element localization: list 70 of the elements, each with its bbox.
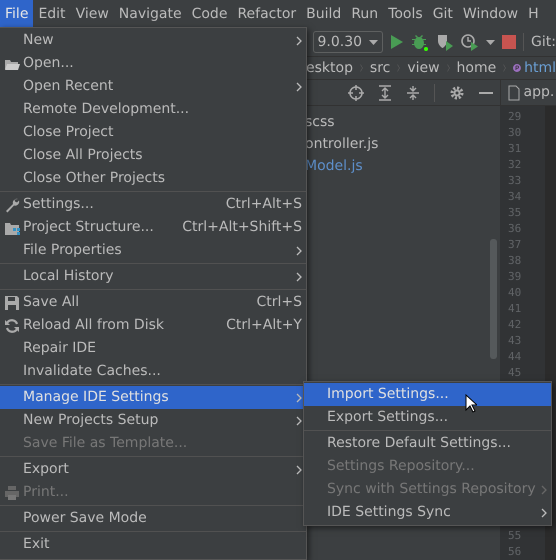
clock-run-icon[interactable] bbox=[461, 33, 480, 51]
file-icon bbox=[508, 84, 520, 100]
shortcut-text: Ctrl+S bbox=[255, 293, 302, 312]
menu-bar-item[interactable]: Window bbox=[458, 0, 524, 28]
run-icon[interactable] bbox=[390, 34, 404, 50]
menu-item[interactable]: Export Settings... bbox=[304, 406, 551, 429]
crosshair-icon[interactable] bbox=[348, 84, 364, 100]
menu-item[interactable]: New Projects Setup bbox=[0, 409, 306, 432]
run-configuration-dropdown[interactable]: 9.0.30 bbox=[312, 31, 384, 53]
breadcrumb-item[interactable]: html bbox=[524, 58, 556, 78]
menu-item[interactable]: Import Settings... bbox=[304, 383, 551, 406]
menu-item[interactable]: Reload All from Disk Ctrl+Alt+Y bbox=[0, 314, 306, 337]
breadcrumb-item[interactable]: view bbox=[407, 58, 440, 78]
collapse-all-icon[interactable] bbox=[406, 84, 420, 100]
menu-bar-item[interactable]: File bbox=[0, 0, 34, 28]
stop-icon[interactable] bbox=[502, 35, 516, 49]
menu-item[interactable]: Open Recent bbox=[0, 75, 306, 98]
menu-item[interactable]: Power Save Mode bbox=[0, 507, 306, 530]
menu-item[interactable]: New bbox=[0, 29, 306, 52]
menu-item[interactable]: Restore Default Settings... bbox=[304, 432, 551, 455]
breadcrumb-item[interactable]: src bbox=[370, 58, 390, 78]
caret-icon[interactable] bbox=[486, 40, 496, 44]
menu-item[interactable]: Manage IDE Settings bbox=[0, 386, 306, 409]
menu-bar-item[interactable]: Refactor bbox=[232, 0, 302, 28]
menu-bar-item[interactable]: Navigate bbox=[114, 0, 187, 28]
expand-all-icon[interactable] bbox=[378, 84, 392, 100]
git-label: Git: bbox=[531, 32, 556, 52]
caret-icon bbox=[369, 40, 378, 44]
menu-bar-item[interactable]: Git bbox=[428, 0, 458, 28]
menu-bar-item[interactable]: Build bbox=[301, 0, 346, 28]
menu-item[interactable]: Exit bbox=[0, 533, 306, 556]
menu-item[interactable]: Invalidate Caches... bbox=[0, 360, 306, 383]
shield-run-icon[interactable] bbox=[436, 33, 454, 51]
menu-item[interactable]: Save All Ctrl+S bbox=[0, 291, 306, 314]
menu-item[interactable]: Local History bbox=[0, 265, 306, 288]
menu-item[interactable]: Project Structure... Ctrl+Alt+Shift+S bbox=[0, 216, 306, 239]
menu-bar-item[interactable]: H bbox=[523, 0, 544, 28]
menu-bar-item[interactable]: Edit bbox=[33, 0, 71, 28]
menu-item[interactable]: Export bbox=[0, 458, 306, 481]
menu-item[interactable]: Repair IDE bbox=[0, 337, 306, 360]
editor-tab[interactable]: app. bbox=[524, 82, 554, 103]
menu-item[interactable]: Close Project bbox=[0, 121, 306, 144]
mouse-pointer-icon bbox=[465, 394, 477, 413]
refresh-icon bbox=[4, 318, 20, 334]
printer-icon bbox=[4, 485, 20, 501]
menu-bar-item[interactable]: Code bbox=[186, 0, 232, 28]
shortcut-text: Ctrl+Alt+Shift+S bbox=[181, 218, 302, 237]
menu-item[interactable]: Remote Development... bbox=[0, 98, 306, 121]
project-structure-icon bbox=[4, 220, 20, 236]
scrollbar-thumb[interactable] bbox=[490, 239, 497, 359]
menu-item[interactable]: Close Other Projects bbox=[0, 167, 306, 190]
menu-bar-item[interactable]: Run bbox=[346, 0, 384, 28]
menu-item[interactable]: File Properties bbox=[0, 239, 306, 262]
bug-icon[interactable] bbox=[411, 33, 430, 51]
menu-item[interactable]: Settings... Ctrl+Alt+S bbox=[0, 193, 306, 216]
breadcrumb-item[interactable]: home bbox=[456, 58, 496, 78]
shortcut-text: Ctrl+Alt+Y bbox=[225, 316, 302, 335]
wrench-icon bbox=[4, 197, 20, 213]
settings-icon[interactable] bbox=[449, 84, 465, 100]
menu-item[interactable]: Open... bbox=[0, 52, 306, 75]
tree-item[interactable]: Model.js bbox=[305, 155, 500, 177]
minimize-icon[interactable] bbox=[479, 90, 493, 94]
menu-bar-item[interactable]: Tools bbox=[383, 0, 428, 28]
save-icon bbox=[4, 295, 20, 311]
menu-item[interactable]: Close All Projects bbox=[0, 144, 306, 167]
shortcut-text: Ctrl+Alt+S bbox=[224, 195, 302, 214]
breadcrumb-item[interactable]: esktop bbox=[306, 58, 353, 78]
menu-bar-item[interactable]: View bbox=[70, 0, 114, 28]
menu-item[interactable]: IDE Settings Sync bbox=[304, 501, 551, 524]
tree-item[interactable]: ontroller.js bbox=[305, 133, 500, 155]
